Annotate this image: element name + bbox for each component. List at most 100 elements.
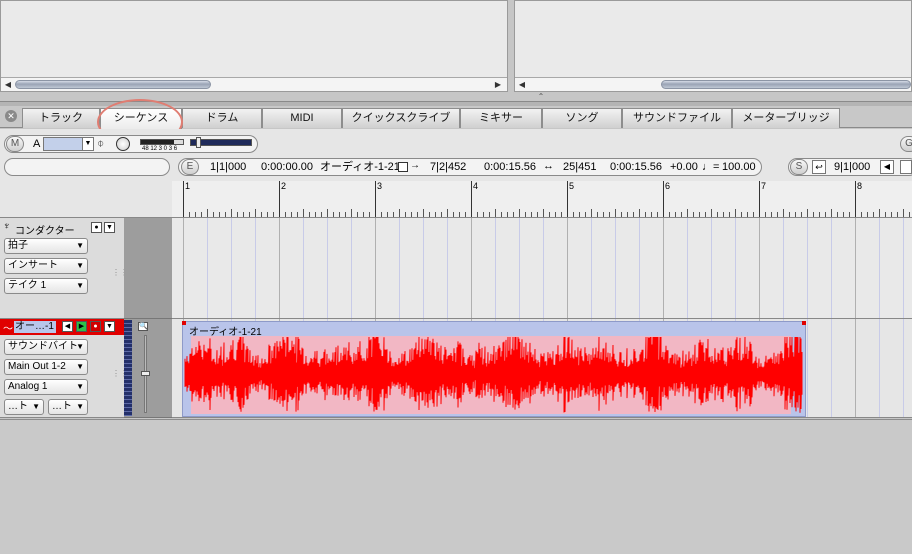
subdivision-tick [465,212,466,217]
subdivision-tick [321,212,322,217]
tab-tracks[interactable]: トラック [22,108,100,128]
output-popup[interactable]: Main Out 1-2 ▼ [4,359,88,375]
conductor-strip [124,218,172,319]
track-menu-button[interactable]: ▼ [104,321,115,332]
link-icon[interactable]: ⌽ [97,136,104,151]
subdivision-tick [417,212,418,217]
scroll-right-arrow-icon[interactable]: ▶ [493,79,503,90]
track-select-dropdown-icon[interactable]: ▼ [82,137,94,151]
track-name-field[interactable]: オー…-1 [14,321,56,333]
checkbox-icon[interactable] [398,162,408,172]
right-position[interactable]: 9|1|000 [834,160,870,174]
subdivision-tick [195,212,196,217]
dropdown-arrow-icon: ▼ [76,241,84,250]
play-enable-button[interactable]: ▶ [76,321,87,332]
m-button[interactable]: M [6,136,24,152]
grid-line [615,218,616,318]
subdivision-tick [699,212,700,217]
subdivision-tick [273,212,274,217]
right-small-popup-label: …ト [52,401,72,412]
track-height-slider-thumb[interactable] [141,371,150,376]
left-pane-scrollbar[interactable]: ◀ ▶ [1,77,507,91]
subdivision-tick [597,212,598,217]
dropdown-arrow-icon: ▼ [76,402,84,411]
volume-slider-thumb[interactable] [196,137,201,148]
grid-line [519,218,520,318]
s-button[interactable]: S [790,159,808,175]
tab-quickscribe[interactable]: クイックスクライブ [342,108,460,128]
subdivision-tick [549,212,550,217]
subdivision-tick [735,209,736,217]
tempo-value[interactable]: 100.00 [722,160,756,174]
scroll-left-arrow-icon[interactable]: ◀ [3,79,13,90]
meter-popup[interactable]: 拍子 ▼ [4,238,88,254]
g-button[interactable]: G [900,136,912,152]
input-popup[interactable]: Analog 1 ▼ [4,379,88,395]
subdivision-tick [519,209,520,217]
right-pane-scroll-thumb[interactable] [661,80,911,89]
close-window-icon[interactable]: ✕ [5,110,17,122]
subdivision-tick [741,212,742,217]
timeline-ruler[interactable]: 1 2 3 4 5 6 7 8 [172,181,912,218]
end-position[interactable]: 7|2|452 [430,160,466,174]
return-icon[interactable]: ↩ [812,160,826,174]
subdivision-tick [411,212,412,217]
subdivision-tick [315,212,316,217]
tab-song[interactable]: ソング [542,108,622,128]
conductor-lane[interactable] [172,218,912,319]
right-pane-scrollbar[interactable]: ◀ [515,77,911,91]
subdivision-tick [801,212,802,217]
sequence-name[interactable]: オーディオ-1-21 [320,160,400,174]
subdivision-tick [747,212,748,217]
length-time[interactable]: 0:00:15.56 [610,160,662,174]
bar-number: 4 [473,181,479,191]
tab-meterbridge[interactable]: メーターブリッジ [732,108,840,128]
length-position[interactable]: 25|451 [563,160,596,174]
record-button[interactable]: ● [90,321,101,332]
right-small-popup[interactable]: …ト ▼ [48,399,88,415]
subdivision-tick [393,212,394,217]
soundbite-popup[interactable]: サウンドバイト ▼ [4,339,88,355]
rewind-icon[interactable]: ◀ [880,160,894,174]
track-select-field[interactable] [43,137,83,151]
region-corner-handle-icon[interactable] [182,321,186,325]
record-enable-button[interactable]: ● [91,222,102,233]
insert-popup[interactable]: インサート ▼ [4,258,88,274]
tab-drum[interactable]: ドラム [182,108,262,128]
subdivision-tick [423,209,424,217]
left-pane-scroll-thumb[interactable] [15,80,211,89]
e-button[interactable]: E [181,159,199,175]
tab-midi[interactable]: MIDI [262,108,342,128]
subdivision-tick [525,212,526,217]
start-time[interactable]: 0:00:00.00 [261,160,313,174]
subdivision-tick [495,209,496,217]
grid-line [399,218,400,318]
subdivision-tick [405,212,406,217]
subdivision-tick [537,212,538,217]
mute-button[interactable]: ◀ [62,321,73,332]
end-time[interactable]: 0:00:15.56 [484,160,536,174]
subdivision-tick [603,212,604,217]
zoom-icon[interactable]: 🔍 [138,322,148,331]
start-position[interactable]: 1|1|000 [210,160,246,174]
left-small-popup-label: …ト [8,401,28,412]
tab-mixer[interactable]: ミキサー [460,108,542,128]
region-corner-handle-icon[interactable] [802,321,806,325]
subdivision-tick [291,212,292,217]
volume-knob-icon[interactable] [116,137,130,151]
subdivision-tick [483,212,484,217]
conductor-menu-button[interactable]: ▼ [104,222,115,233]
audio-region[interactable]: オーディオ-1-21 [182,321,806,417]
take-popup[interactable]: テイク 1 ▼ [4,278,88,294]
subdivision-tick [903,209,904,217]
tab-soundfiles[interactable]: サウンドファイル [622,108,732,128]
grid-line [711,218,712,318]
subdivision-tick [561,212,562,217]
left-small-popup[interactable]: …ト ▼ [4,399,44,415]
subdivision-tick [333,212,334,217]
right-edge-tab[interactable] [900,160,912,174]
subdivision-tick [213,212,214,217]
offset-value[interactable]: +0.00 [670,160,698,174]
subdivision-tick [729,212,730,217]
scroll-left-arrow-icon[interactable]: ◀ [517,79,527,90]
